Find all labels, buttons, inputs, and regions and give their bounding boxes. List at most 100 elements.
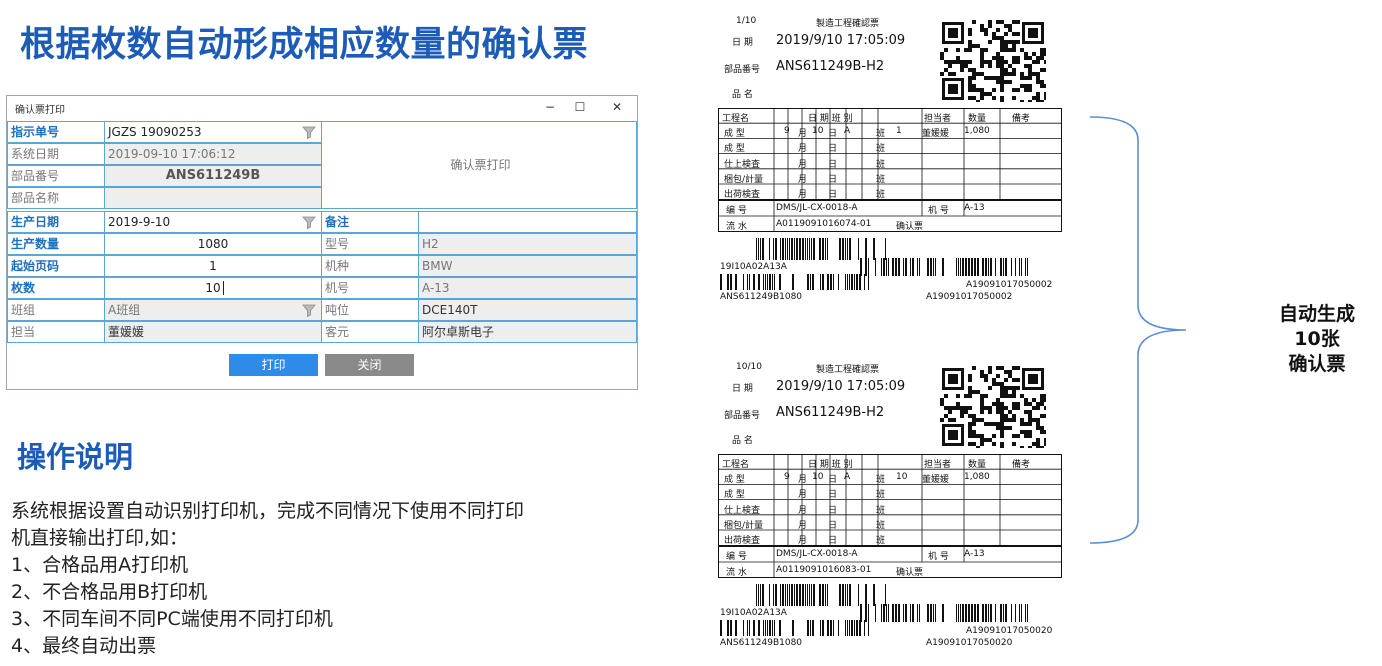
ticket-row-label: 仕上検査 [724,159,761,170]
machine-no-label: 机号 [321,277,419,299]
ticket-part-label: 部品番号 [724,65,761,75]
ticket-owner-value: 董媛媛 [922,475,950,486]
close-button[interactable]: 关闭 [325,354,414,376]
type-field: H2 [418,233,637,255]
ticket-name-label: 品 名 [732,90,753,100]
customer-label: 客元 [321,321,419,343]
barcode [860,258,1028,276]
sheet-count-label: 枚数 [7,277,105,299]
text-cursor [223,281,224,295]
ticket-part-label: 部品番号 [724,411,761,421]
print-dialog-window: 确认票打印 − ☐ ✕ 指示单号 JGZS 19090253 系统日期 2019… [6,95,638,390]
minimize-button[interactable]: − [537,98,563,116]
ticket-column-header: 日 期 班 别 [808,460,853,470]
window-titlebar[interactable]: 确认票打印 − ☐ ✕ [7,96,637,118]
summary-line: 自动生成 [1278,303,1355,325]
ticket-shift-value: A [844,472,851,483]
ticket-day-mark: 日 [828,144,838,155]
instructions-item: 2、不合格品用B打印机 [11,581,208,603]
ticket-confirm: 确认票 [896,568,924,578]
filter-icon[interactable] [301,124,317,140]
ticket-part-number: ANS611249B-H2 [776,405,885,420]
tonnage-label: 吨位 [321,299,419,321]
part-number-field: ANS611249B [104,165,322,187]
ticket-heading: 製造工程確認票 [816,19,880,29]
page-title: 根据枚数自动形成相应数量的确认票 [20,25,589,65]
ticket-shift-value: A [844,126,851,137]
ticket-row-label: 梱包/計量 [724,174,764,185]
ticket-shift-mark: 班 [876,129,886,140]
qr-code [940,366,1046,448]
ticket-day-value: 10 [812,126,824,137]
ticket-day-mark: 日 [828,475,838,486]
system-date-field: 2019-09-10 17:06:12 [104,143,322,165]
barcode [756,238,886,260]
qr-code [940,20,1046,102]
ticket-column-header: 備考 [1012,114,1031,124]
filter-icon[interactable] [301,214,317,230]
ticket-code: DMS/JL-CX-0018-A [776,549,858,559]
ticket-day-mark: 日 [828,490,838,501]
production-date-label: 生产日期 [7,211,105,233]
print-title-area: 确认票打印 [321,121,637,209]
ticket-row-label: 成 型 [724,129,745,140]
ticket-month-mark: 月 [798,520,808,531]
ticket-month-mark: 月 [798,129,808,140]
ticket-table-grid [718,108,1062,200]
ticket-date: 2019/9/10 17:05:09 [776,33,906,48]
type-label: 型号 [321,233,419,255]
instructions-text: 机直接输出打印,如： [11,527,189,549]
ticket-flow-label: 流 水 [726,222,747,232]
model-label: 机种 [321,255,419,277]
barcode [756,584,886,606]
maximize-button[interactable]: ☐ [567,98,593,116]
production-date-field[interactable]: 2019-9-10 [104,211,322,233]
sheet-count-field[interactable]: 10 [104,277,322,299]
ticket-date: 2019/9/10 17:05:09 [776,379,906,394]
barcode [860,604,1028,622]
summary-text: 自动生成 10张 确认票 [1262,302,1372,377]
ticket-row-label: 成 型 [724,475,745,486]
summary-line: 10张 [1294,328,1340,350]
ticket-date-label: 日 期 [732,38,753,48]
customer-field: 阿尔卓斯电子 [418,321,637,343]
ticket-column-header: 工程名 [722,114,750,124]
team-field[interactable]: A班组 [104,299,322,321]
barcode-caption: A19091017050002 [926,292,1013,302]
ticket-confirm: 确认票 [896,222,924,232]
ticket-shift-mark: 班 [876,505,886,516]
ticket-row-label: 成 型 [724,144,745,155]
instructions-item: 3、不同车间不同PC端使用不同打印机 [11,608,333,630]
ticket-day-mark: 日 [828,159,838,170]
ticket-sequence-value: 10 [896,472,908,483]
barcode-caption: A19091017050002 [966,280,1053,290]
ticket-month-mark: 月 [798,144,808,155]
tonnage-field: DCE140T [418,299,637,321]
system-date-label: 系统日期 [7,143,105,165]
ticket-day-mark: 日 [828,174,838,185]
close-window-button[interactable]: ✕ [604,98,630,116]
production-qty-field[interactable]: 1080 [104,233,322,255]
ticket-shift-mark: 班 [876,174,886,185]
ticket-code-label: 编 号 [726,206,747,216]
order-number-field[interactable]: JGZS 19090253 [104,121,322,143]
instructions-item: 4、最终自动出票 [11,635,157,657]
ticket-day-mark: 日 [828,505,838,516]
ticket-shift-mark: 班 [876,190,886,200]
ticket-day-mark: 日 [828,536,838,546]
ticket-month-mark: 月 [798,174,808,185]
ticket-machine-label: 机 号 [928,552,949,562]
ticket-day-value: 10 [812,472,824,483]
barcode-caption: 19I10A02A13A [720,262,787,272]
order-number-label: 指示单号 [7,121,105,143]
ticket-code-grid [718,546,1062,578]
remark-field[interactable] [418,211,637,233]
ticket-owner-value: 董媛媛 [922,129,950,140]
owner-field: 董媛媛 [104,321,322,343]
start-page-field[interactable]: 1 [104,255,322,277]
print-button[interactable]: 打印 [229,354,318,376]
ticket-column-header: 数量 [968,114,987,124]
ticket-machine-label: 机 号 [928,206,949,216]
filter-icon[interactable] [301,302,317,318]
ticket-part-number: ANS611249B-H2 [776,59,885,74]
